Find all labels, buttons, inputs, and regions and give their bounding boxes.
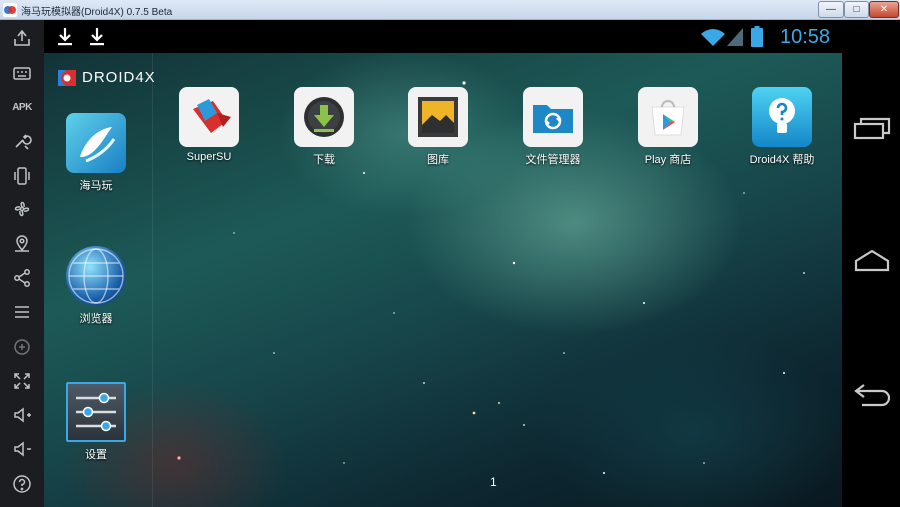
fullscreen-icon[interactable] — [8, 367, 36, 395]
status-bar: 10:58 — [44, 20, 842, 53]
clock: 10:58 — [780, 26, 831, 48]
battery-icon — [751, 26, 763, 47]
app-supersu[interactable]: SuperSU — [159, 87, 259, 163]
app-label: Droid4X 帮助 — [749, 154, 815, 166]
droid4x-logo-icon — [58, 70, 76, 86]
supersu-icon — [179, 87, 239, 147]
apk-install-icon[interactable]: APK — [8, 93, 36, 121]
android-screen[interactable]: 10:58 DROID4X 海马玩 浏览器 设置 SuperSU 下载 图库 文… — [44, 20, 842, 507]
app-haimawan[interactable]: 海马玩 — [46, 113, 146, 193]
gallery-icon — [408, 87, 468, 147]
app-label: 文件管理器 — [525, 154, 581, 166]
home-button[interactable] — [850, 242, 894, 278]
signal-icon — [727, 28, 743, 46]
window-title: 海马玩模拟器(Droid4X) 0.7.5 Beta — [21, 7, 173, 18]
haimawan-icon — [66, 113, 126, 173]
recent-apps-button[interactable] — [850, 110, 894, 146]
location-icon[interactable] — [8, 229, 36, 257]
app-label: 浏览器 — [79, 313, 113, 325]
app-settings[interactable]: 设置 — [46, 382, 146, 462]
emulator-toolbar: APK — [0, 20, 44, 507]
download-icon[interactable] — [56, 26, 74, 48]
minimize-button[interactable]: — — [818, 1, 844, 18]
app-droid4x-help[interactable]: Droid4X 帮助 — [732, 87, 832, 167]
menu-icon[interactable] — [8, 298, 36, 326]
back-button[interactable] — [850, 376, 894, 412]
app-browser[interactable]: 浏览器 — [46, 246, 146, 326]
app-label: 下载 — [313, 154, 335, 166]
settings-sliders-icon — [66, 382, 126, 442]
app-file-manager[interactable]: 文件管理器 — [503, 87, 603, 167]
shake-icon[interactable] — [8, 162, 36, 190]
keyboard-icon[interactable] — [8, 59, 36, 87]
volume-up-icon[interactable] — [8, 401, 36, 429]
app-gallery[interactable]: 图库 — [388, 87, 488, 167]
share-icon[interactable] — [8, 24, 36, 52]
wifi-icon — [701, 29, 725, 46]
fan-icon[interactable] — [8, 195, 36, 223]
app-label: 设置 — [85, 449, 107, 461]
browser-globe-icon — [66, 246, 126, 306]
navigation-bar — [842, 20, 900, 507]
app-label: SuperSU — [186, 151, 232, 163]
app-label: 海马玩 — [79, 180, 113, 192]
app-downloads[interactable]: 下载 — [274, 87, 374, 167]
close-button[interactable]: ✕ — [869, 1, 899, 18]
app-play-store[interactable]: Play 商店 — [618, 87, 718, 167]
help-icon[interactable] — [8, 470, 36, 498]
downloads-icon — [294, 87, 354, 147]
dock-divider — [152, 53, 153, 507]
play-store-icon — [638, 87, 698, 147]
window-title-bar: 海马玩模拟器(Droid4X) 0.7.5 Beta — □ ✕ — [0, 0, 900, 20]
maximize-button[interactable]: □ — [844, 1, 869, 18]
chat-icon[interactable] — [8, 333, 36, 361]
app-label: Play 商店 — [644, 154, 692, 166]
page-indicator: 1 — [490, 475, 497, 489]
share-network-icon[interactable] — [8, 264, 36, 292]
wrench-icon[interactable] — [8, 127, 36, 155]
droid4x-app-icon — [3, 3, 17, 17]
file-manager-folder-icon — [523, 87, 583, 147]
download-icon[interactable] — [88, 26, 106, 48]
logo-text: DROID4X — [82, 69, 156, 86]
help-bulb-icon — [752, 87, 812, 147]
app-label: 图库 — [427, 154, 449, 166]
volume-down-icon[interactable] — [8, 435, 36, 463]
